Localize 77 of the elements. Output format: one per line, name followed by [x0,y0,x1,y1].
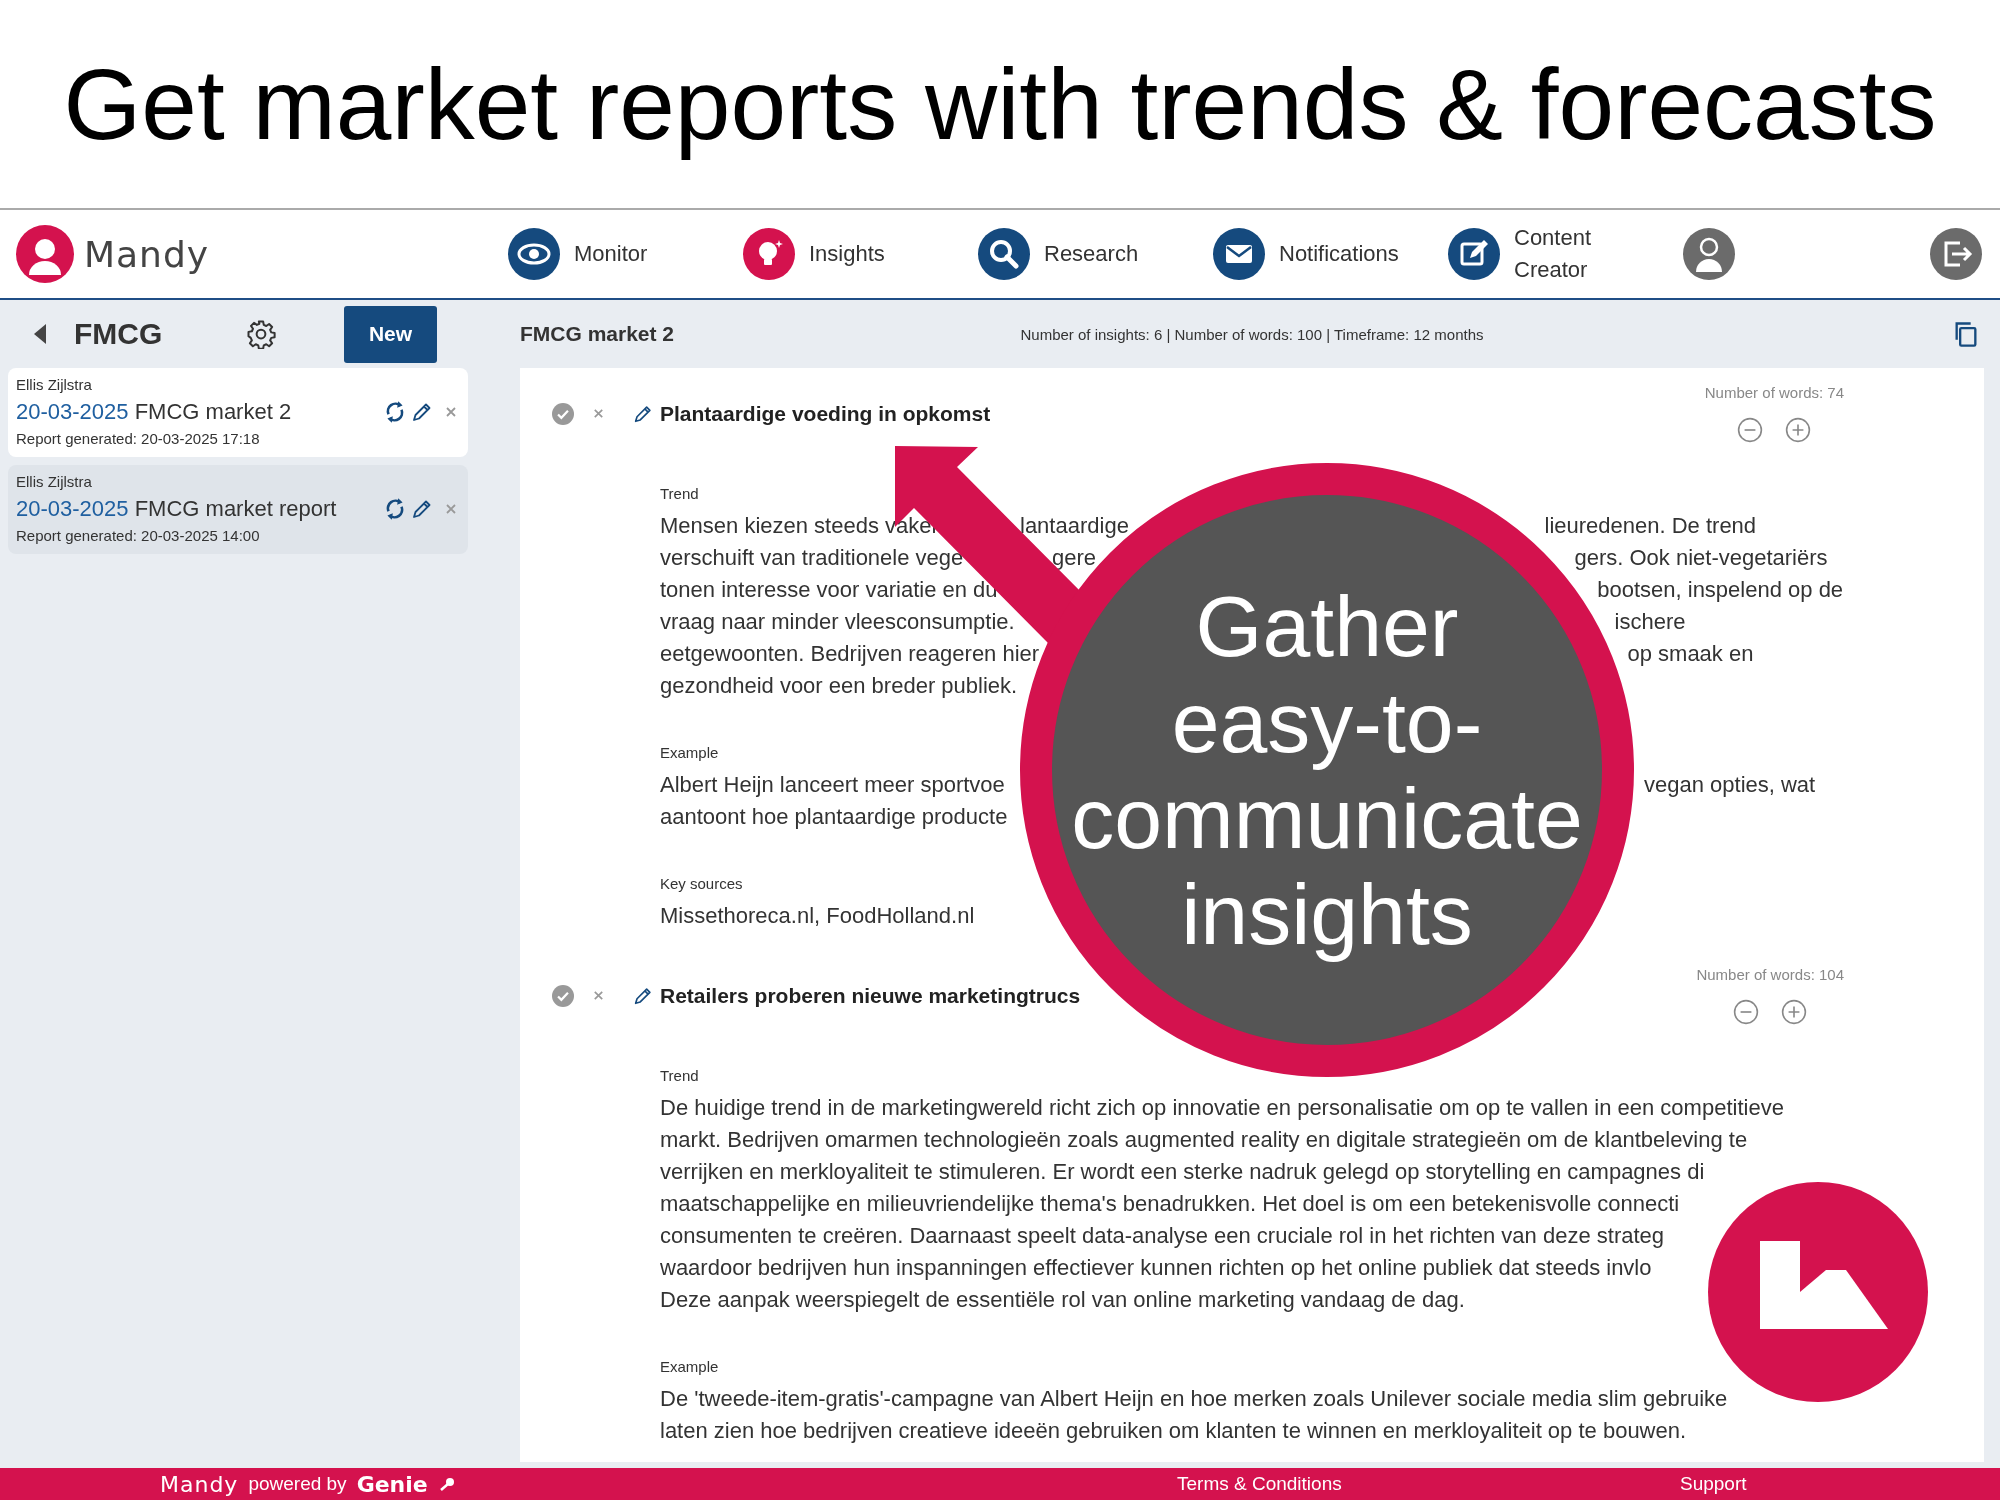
section-label: Key sources [660,875,744,893]
section-label: Trend [660,485,700,503]
user-icon[interactable] [1683,228,1735,280]
footer-brand: Mandy [160,1471,239,1497]
plus-icon[interactable] [1785,417,1812,443]
nav-item[interactable]: Monitor [508,228,743,280]
callout-text: Gather easy-to- communicate insights [1071,578,1583,962]
paragraph-text: laten zien hoe bedrijven creatieve ideeën gebruiken om klanten te winnen en merkloyaliteit op te bouwen. [660,1417,1687,1445]
generated-time: Report generated: 20-03-2025 17:18 [16,430,261,447]
section-label: Trend [660,1067,700,1085]
eye-icon[interactable] [508,228,560,280]
section-label: Example [660,1358,720,1376]
avatar-icon [16,225,74,283]
nav-item[interactable]: Notifications [1213,228,1448,280]
close-icon[interactable] [592,989,605,1002]
paragraph-text: maatschappelijke en milieuvriendelijke thema's benadrukken. Het doel is om een betekenisvolle connecti [660,1190,1680,1218]
minus-icon[interactable] [1737,417,1764,443]
paragraph-text: ischere [1614,608,1686,636]
back-icon[interactable] [32,322,48,346]
paragraph-text: De huidige trend in de marketingwereld richt zich op innovatie en personalisatie om op te vallen in een competitieve [660,1094,1784,1122]
nav-item[interactable]: Research [978,228,1213,280]
checkmark-icon[interactable] [552,402,574,425]
paragraph-text: op smaak en [1627,640,1754,668]
paragraph-text: bootsen, inspelend op de [1597,576,1844,604]
paragraph-text: gere [1052,544,1097,572]
footer-link[interactable]: Terms & Conditions [1177,1473,1342,1494]
logout-icon[interactable] [1930,228,1982,280]
paragraph-text: waardoor bedrijven hun inspanningen effectiever kunnen richten op het online publiek dat steeds invlo [660,1254,1652,1282]
folder-title: FMCG [74,317,164,351]
report-title: FMCG market 2 [520,322,676,346]
paragraph-text: Albert Heijn lanceert meer sportvoe [660,771,1005,799]
paragraph-text: eetgewoonten. Bedrijven reageren hier [660,640,1040,668]
paragraph-text: vraag naar minder vleesconsumptie. [660,608,1015,636]
paragraph-text: lieuredenen. De trend [1544,512,1757,540]
lightbulb-icon[interactable] [743,228,795,280]
envelope-icon[interactable] [1213,228,1265,280]
settings-icon[interactable] [246,319,276,349]
brand-name: Mandy [84,233,210,275]
close-icon[interactable] [592,407,605,420]
paragraph-text: consumenten te creëren. Daarnaast speelt data-analyse een cruciale rol in het richten van deze strateg [660,1222,1665,1250]
report-card[interactable]: Ellis Zijlstra 20-03-2025 FMCG market 2 Report generated: 20-03-2025 17:18 [8,368,468,457]
word-count: Number of words: 104 [1696,966,1844,983]
edit-icon[interactable] [1448,228,1500,280]
headline: Get market reports with trends & forecasts [0,0,2000,210]
paragraph-text: De 'tweede-item-gratis'-campagne van Albert Heijn en hoe merken zoals Unilever sociale media slim gebruike [660,1385,1728,1413]
generated-time: Report generated: 20-03-2025 14:00 [16,527,261,544]
insight-title: Retailers proberen nieuwe marketingtrucs [660,983,1081,1008]
paragraph-text: lantaardige [1020,512,1129,540]
partner-name: Genie [356,1471,428,1497]
nav-item[interactable]: Content Creator [1448,222,1683,286]
paragraph-text: verschuift van traditionele vege [660,544,964,572]
minus-icon[interactable] [1733,999,1760,1025]
section-label: Example [660,744,720,762]
word-count: Number of words: 74 [1704,384,1844,401]
paragraph-text: vegan opties, wat [1644,771,1816,799]
powered-by-text: powered by [248,1473,347,1495]
plus-icon[interactable] [1781,999,1808,1025]
report-title: 20-03-2025 FMCG market report [16,496,338,522]
paragraph-text: aantoont hoe plantaardige producte [660,803,1008,831]
paragraph-text: verrijken en merkloyaliteit te stimuleren. Er wordt een sterke nadruk gelegd op storytelling en campagnes di [660,1158,1705,1186]
insight-title: Plantaardige voeding in opkomst [660,401,991,426]
paragraph-text: gezondheid voor een breder publiek. [660,672,1018,700]
report-title: 20-03-2025 FMCG market 2 [16,399,293,425]
paragraph-text: Missethoreca.nl, FoodHolland.nl [660,902,975,930]
new-button[interactable]: New [344,305,437,363]
nav-item[interactable]: Insights [743,228,978,280]
paragraph-text: gers. Ook niet-vegetariërs [1574,544,1828,572]
paragraph-text: Deze aanpak weerspiegelt de essentiële rol van online marketing vandaag de dag. [660,1286,1465,1314]
close-icon[interactable] [444,404,458,419]
paragraph-text: markt. Bedrijven omarmen technologieën zoals augmented reality en digitale strategieën om de klantbeleving te [660,1126,1748,1154]
checkmark-icon[interactable] [552,984,574,1007]
author-name: Ellis Zijlstra [16,473,93,490]
report-stats: Number of insights: 6 | Number of words: 100 | Timeframe: 12 months [1020,325,1484,343]
author-name: Ellis Zijlstra [16,376,93,393]
report-card[interactable]: Ellis Zijlstra 20-03-2025 FMCG market report Report generated: 20-03-2025 14:00 [8,465,468,554]
search-icon[interactable] [978,228,1030,280]
footer-link[interactable]: Support [1680,1473,1747,1494]
